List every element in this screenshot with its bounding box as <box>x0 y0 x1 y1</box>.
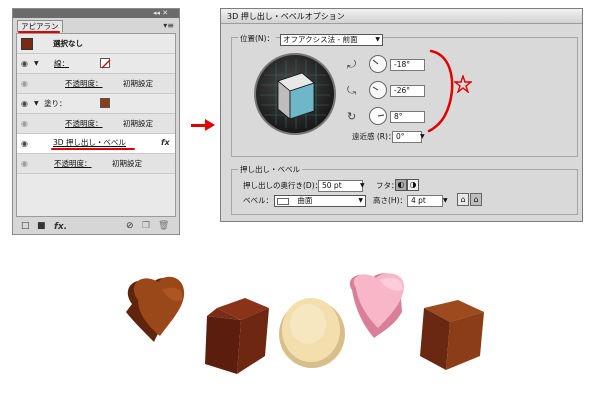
dial-needle-icon <box>372 59 379 65</box>
add-stroke-icon[interactable]: □ <box>21 221 30 231</box>
object-thumbnail-icon <box>21 38 33 50</box>
heart-chocolate-brown <box>118 274 214 344</box>
panel-menu-icon[interactable]: ▾≡ <box>163 21 174 30</box>
eye-icon[interactable]: ◉ <box>21 140 28 148</box>
clear-appearance-icon[interactable]: ⊘ <box>126 221 134 231</box>
y-axis-rotate-icon: ⤿ <box>347 84 357 97</box>
trash-icon[interactable]: 🗑 <box>158 221 169 231</box>
disclosure-triangle-icon[interactable]: ▼ <box>34 60 39 68</box>
header-row[interactable]: 選択なし <box>17 34 175 54</box>
add-fill-icon[interactable]: ■ <box>37 221 46 231</box>
no-stroke-slash-icon <box>101 59 111 69</box>
perspective-dropdown-icon[interactable]: ▼ <box>420 131 425 143</box>
duplicate-item-icon[interactable]: ❐ <box>142 221 150 231</box>
appearance-list: 選択なし ◉ ▼ 線： ◉ 不透明度： 初期設定 ◉ ▼ 塗り： ◉ 不透明度：… <box>16 33 176 217</box>
opacity-value: 初期設定 <box>123 119 153 128</box>
heart-chocolate-pink <box>346 272 428 340</box>
panel-controls[interactable]: ◂◂ ✕ <box>153 9 168 18</box>
position-label: 位置(N)： <box>238 34 276 44</box>
opacity-value: 初期設定 <box>112 159 142 168</box>
cap-on-button[interactable]: ◐ <box>395 179 407 191</box>
round-chocolate-white <box>276 290 348 370</box>
eye-icon[interactable]: ◉ <box>21 120 28 128</box>
opacity-value: 初期設定 <box>123 79 153 88</box>
extrude-group-label: 押し出し・ベベル <box>238 165 302 175</box>
perspective-label: 遠近感 (R)： <box>352 132 396 141</box>
height-dropdown-icon[interactable]: ▼ <box>443 195 448 207</box>
stroke-opacity-row[interactable]: ◉ 不透明度： 初期設定 <box>17 74 175 94</box>
bevel-in-button[interactable]: ⌂ <box>470 193 482 206</box>
x-rotation-dial[interactable] <box>369 55 387 73</box>
cube-preview-icon <box>260 59 330 129</box>
extrude-bevel-group <box>231 169 578 215</box>
bevel-out-button[interactable]: ⌂ <box>457 193 469 206</box>
bevel-shape-icon <box>277 197 289 205</box>
fx-icon: fx <box>161 138 170 147</box>
position-dropdown[interactable]: オフアクシス法 - 前面 ▼ <box>280 34 383 46</box>
chevron-down-icon: ▼ <box>358 197 363 204</box>
z-rotation-dial[interactable] <box>369 107 387 125</box>
effect-3d-extrude-link[interactable]: 3D 押し出し・ベベル <box>53 138 126 148</box>
eye-icon[interactable]: ◉ <box>21 100 28 108</box>
extrude-bevel-dialog: 3D 押し出し・ベベルオプション 位置(N)： オフアクシス法 - 前面 ▼ ⤾… <box>220 8 583 222</box>
height-label: 高さ(H)： <box>373 196 407 205</box>
perspective-input[interactable]: 0° <box>392 131 422 143</box>
opacity-link[interactable]: 不透明度： <box>65 79 103 89</box>
disclosure-triangle-icon[interactable]: ▼ <box>34 100 39 108</box>
fill-opacity-row[interactable]: ◉ 不透明度： 初期設定 <box>17 114 175 134</box>
depth-input[interactable]: 50 pt <box>318 180 363 192</box>
annotation-arrow-head <box>205 119 215 131</box>
depth-dropdown-icon[interactable]: ▼ <box>360 180 365 192</box>
dial-needle-icon <box>377 114 385 117</box>
y-rotation-dial[interactable] <box>369 81 387 99</box>
opacity-link[interactable]: 不透明度： <box>54 159 92 169</box>
cap-off-button[interactable]: ◑ <box>407 179 419 191</box>
dialog-title: 3D 押し出し・ベベルオプション <box>221 9 582 24</box>
stroke-label[interactable]: 線： <box>54 59 69 69</box>
height-input[interactable]: 4 pt <box>407 195 443 207</box>
x-rotation-input[interactable]: -18° <box>390 59 425 71</box>
x-axis-rotate-icon: ⤾ <box>347 58 357 71</box>
square-chocolate-dark <box>203 296 273 376</box>
eye-icon[interactable]: ◉ <box>21 60 28 68</box>
dial-needle-icon <box>372 86 379 91</box>
selection-status: 選択なし <box>53 39 83 48</box>
fill-swatch[interactable] <box>100 98 110 108</box>
effect-row[interactable]: ◉ 3D 押し出し・ベベル fx <box>17 134 175 154</box>
eye-icon[interactable]: ◉ <box>21 80 28 88</box>
stroke-row[interactable]: ◉ ▼ 線： <box>17 54 175 74</box>
object-opacity-row[interactable]: ◉ 不透明度： 初期設定 <box>17 154 175 174</box>
square-chocolate-brown <box>418 298 490 372</box>
position-value: オフアクシス法 - 前面 <box>283 35 358 44</box>
rotation-preview-track[interactable] <box>254 53 336 135</box>
stroke-swatch[interactable] <box>100 58 111 69</box>
effect-annotation-underline <box>51 148 135 150</box>
bevel-value: 曲面 <box>297 196 313 205</box>
depth-label: 押し出しの奥行き(D)： <box>243 181 323 190</box>
eye-icon[interactable]: ◉ <box>21 160 28 168</box>
fill-row[interactable]: ◉ ▼ 塗り： <box>17 94 175 114</box>
chevron-down-icon: ▼ <box>375 36 380 43</box>
fill-label[interactable]: 塗り： <box>44 99 67 109</box>
panel-bottom-toolbar: □ ■ fx. ⊘ ❐ 🗑 <box>16 220 176 234</box>
y-rotation-input[interactable]: -26° <box>390 85 425 97</box>
add-effect-icon[interactable]: fx. <box>54 222 67 232</box>
opacity-link[interactable]: 不透明度： <box>65 119 103 129</box>
bevel-dropdown[interactable]: 曲面 ▼ <box>274 195 366 207</box>
annotation-star-icon <box>454 75 472 93</box>
bevel-label: ベベル： <box>243 196 273 205</box>
z-rotation-input[interactable]: 8° <box>390 111 425 123</box>
appearance-panel: ◂◂ ✕ アピアランス ▾≡ 選択なし ◉ ▼ 線： ◉ 不透明度： 初期設定 … <box>12 8 180 235</box>
z-axis-rotate-icon: ↻ <box>347 110 357 123</box>
